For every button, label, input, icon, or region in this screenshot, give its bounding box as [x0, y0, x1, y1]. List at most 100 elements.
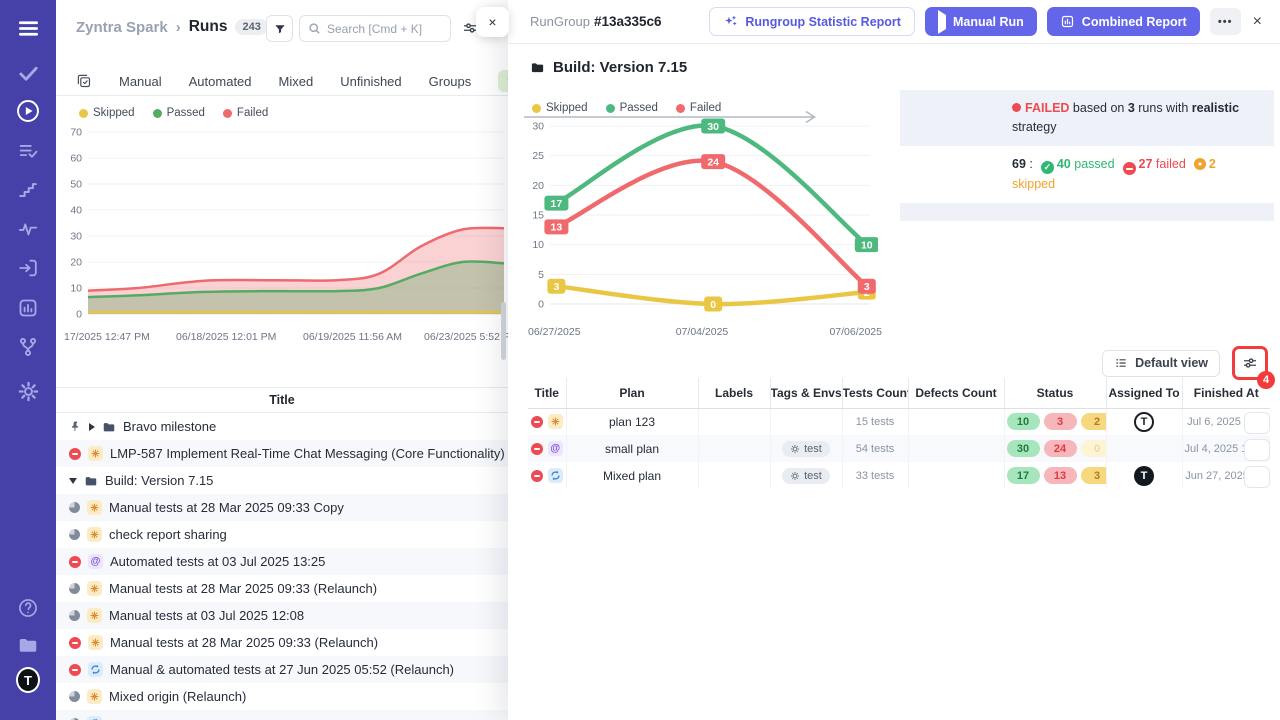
column-header[interactable]: Defects Count	[908, 378, 1004, 408]
column-header[interactable]: Plan	[566, 378, 698, 408]
sidebar-item-import[interactable]	[16, 256, 40, 280]
close-panel-button[interactable]: ×	[1251, 13, 1264, 31]
run-row[interactable]	[56, 710, 508, 720]
legend-item-skipped[interactable]: Skipped	[77, 107, 137, 119]
sidebar-item-help[interactable]	[16, 596, 40, 620]
check-circle-icon: ✓	[1041, 161, 1054, 174]
legend-item-passed[interactable]: Passed	[151, 107, 207, 119]
run-title: Manual tests at 28 Mar 2025 09:33 (Relau…	[110, 635, 378, 650]
tab-manual[interactable]: Manual	[119, 74, 162, 89]
sliders-icon	[1241, 354, 1259, 372]
plan-name[interactable]: small plan	[566, 435, 698, 462]
tab-mixed[interactable]: Mixed	[279, 74, 314, 89]
legend-dot-icon	[223, 109, 232, 118]
row-action-button[interactable]	[1244, 412, 1270, 434]
run-row[interactable]: Manual & automated tests at 27 Jun 2025 …	[56, 656, 508, 683]
breadcrumb-project[interactable]: Zyntra Spark	[76, 19, 168, 36]
sidebar-item-branch[interactable]	[16, 335, 40, 359]
legend-item-failed[interactable]: Failed	[221, 107, 270, 119]
left-panel-scrollbar[interactable]	[501, 302, 506, 360]
legend-item-passed[interactable]: Passed	[604, 102, 660, 114]
status-pill: 17	[1007, 467, 1040, 484]
select-runs-icon[interactable]	[76, 73, 92, 89]
legend-item-skipped[interactable]: Skipped	[530, 102, 590, 114]
tab-groups[interactable]: Groups	[429, 74, 472, 89]
svg-text:15: 15	[532, 210, 544, 222]
folder-icon	[84, 474, 98, 488]
rungroup-line-chart: 05101520253030213243173010	[522, 118, 878, 318]
default-view-label: Default view	[1135, 356, 1208, 370]
tasks-check-icon	[17, 62, 40, 85]
view-list-icon	[1114, 356, 1128, 370]
row-action-button[interactable]	[1244, 466, 1270, 488]
run-row[interactable]: LMP-587 Implement Real-Time Chat Messagi…	[56, 440, 508, 467]
svg-text:3: 3	[553, 281, 559, 293]
sidebar-item-steps[interactable]	[16, 178, 40, 202]
column-header[interactable]: Tags & Envs	[770, 378, 842, 408]
caret-right-icon[interactable]	[89, 423, 95, 431]
sidebar-item-settings[interactable]	[16, 379, 40, 403]
panel-close-tab-button[interactable]: ×	[476, 7, 509, 37]
skipped-dot-icon	[1194, 158, 1206, 170]
sidebar-item-projects[interactable]	[16, 633, 40, 657]
table-row[interactable]: Mixed plan test 33 tests 17133T Jun 27, …	[528, 462, 1270, 489]
tag-filter-pill[interactable]: test work	[498, 70, 508, 92]
run-row[interactable]: @Automated tests at 03 Jul 2025 13:25	[56, 548, 508, 575]
manual-run-button[interactable]: Manual Run	[925, 7, 1037, 36]
sidebar-item-tasks-check[interactable]	[16, 61, 40, 85]
more-actions-button[interactable]: •••	[1210, 8, 1241, 35]
failed-status-icon	[531, 470, 543, 482]
status-value: FAILED based on 3 runs with realistic st…	[1012, 99, 1262, 137]
failed-status-icon	[69, 448, 81, 460]
filter-button[interactable]	[266, 15, 293, 42]
run-row[interactable]: Build: Version 7.15	[56, 467, 508, 494]
table-row[interactable]: @ small plan test 54 tests 30240 Jul 4, …	[528, 435, 1270, 462]
play-circle-icon	[15, 98, 41, 124]
table-row[interactable]: plan 123 15 tests 1032T Jul 6, 2025 7:40	[528, 408, 1270, 435]
rungroup-actions: Rungroup Statistic Report Manual Run Combi…	[709, 7, 1264, 36]
failed-status-icon	[531, 443, 543, 455]
run-row[interactable]: Manual tests at 28 Mar 2025 09:33 (Relau…	[56, 575, 508, 602]
tab-automated[interactable]: Automated	[189, 74, 252, 89]
annotation-badge: 4	[1257, 371, 1275, 389]
search-input[interactable]: Search [Cmd + K]	[299, 15, 451, 42]
run-row[interactable]: check report sharing	[56, 521, 508, 548]
folder-icon	[530, 60, 545, 75]
settings-icon	[17, 380, 40, 403]
run-row[interactable]: Mixed origin (Relaunch)	[56, 683, 508, 710]
run-row[interactable]: Manual tests at 28 Mar 2025 09:33 (Relau…	[56, 629, 508, 656]
tab-unfinished[interactable]: Unfinished	[340, 74, 401, 89]
plan-name[interactable]: Mixed plan	[566, 462, 698, 489]
manual-run-icon	[87, 527, 102, 542]
sidebar-item-play-circle[interactable]	[16, 99, 40, 123]
combined-report-button[interactable]: Combined Report	[1047, 7, 1200, 36]
failed-dot-icon	[1012, 103, 1021, 112]
runs-table-header: Title	[56, 387, 508, 413]
failed-status-icon	[69, 556, 81, 568]
sidebar-item-activity[interactable]	[16, 217, 40, 241]
column-header[interactable]: Assigned To	[1106, 378, 1182, 408]
row-action-button[interactable]	[1244, 439, 1270, 461]
info-row-status: FAILED based on 3 runs with realistic st…	[900, 90, 1274, 146]
legend-item-failed[interactable]: Failed	[674, 102, 723, 114]
app-sidebar: T	[0, 0, 56, 720]
svg-text:24: 24	[707, 156, 719, 168]
run-row[interactable]: Manual tests at 03 Jul 2025 12:08	[56, 602, 508, 629]
plan-name[interactable]: plan 123	[566, 408, 698, 435]
column-header[interactable]: Status	[1004, 378, 1106, 408]
run-row[interactable]: Bravo milestone	[56, 413, 508, 440]
column-header[interactable]: Tests Count	[842, 378, 908, 408]
run-row[interactable]: Manual tests at 28 Mar 2025 09:33 Copy	[56, 494, 508, 521]
rungroup-statistic-report-button[interactable]: Rungroup Statistic Report	[709, 7, 915, 36]
sidebar-item-menu[interactable]	[16, 16, 40, 40]
column-header[interactable]: Title	[528, 378, 566, 408]
info-row-updated	[900, 203, 1274, 221]
sidebar-item-report[interactable]	[16, 296, 40, 320]
column-header[interactable]: Labels	[698, 378, 770, 408]
default-view-button[interactable]: Default view	[1102, 350, 1220, 377]
funnel-icon	[273, 22, 287, 36]
area-chart-x-labels: 17/2025 12:47 PM06/18/2025 12:01 PM06/19…	[56, 331, 508, 345]
sidebar-item-list-check[interactable]	[16, 139, 40, 163]
caret-down-icon[interactable]	[69, 478, 77, 484]
profile-avatar[interactable]: T	[16, 668, 40, 692]
